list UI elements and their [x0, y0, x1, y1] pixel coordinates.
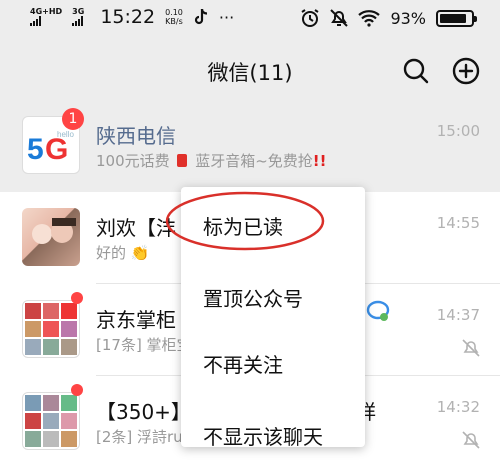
app-header: 微信(11) — [0, 48, 500, 94]
chat-time: 15:00 — [436, 122, 480, 140]
status-bar: 4G+HD 3G 15:22 0.10 KB/s ··· 93% — [0, 0, 500, 40]
chat-preview: 好的 👏 — [96, 242, 149, 263]
mini-program-icon — [366, 300, 390, 321]
chat-preview: [17条] 掌柜宝 — [96, 336, 192, 354]
tiktok-icon — [194, 8, 207, 25]
preview-text: 100元话费 — [96, 152, 170, 170]
group-avatar-grid — [25, 395, 77, 447]
alarm-icon — [301, 9, 319, 27]
menu-item-hide-chat[interactable]: 不显示该聊天 — [203, 421, 323, 450]
signal-1: 4G+HD — [30, 8, 62, 26]
chat-preview: 100元话费 蓝牙音箱~免费抢!! — [96, 150, 326, 171]
mute-bell-icon — [462, 339, 480, 357]
highlight-ellipse — [165, 191, 325, 251]
signal-bars-icon — [72, 16, 84, 26]
chat-time: 14:37 — [436, 306, 480, 324]
unread-badge: 1 — [62, 108, 84, 130]
signal-2: 3G — [72, 8, 84, 26]
battery-percent: 93% — [390, 8, 426, 28]
chat-name: 【350+】 — [96, 400, 191, 424]
chat-time: 14:55 — [436, 214, 480, 232]
chat-name: 京东掌柜 — [96, 308, 176, 332]
network-type-2: 3G — [72, 7, 85, 16]
chat-row-shaanxi-telecom[interactable]: 5 G hello 1 陕西电信 100元话费 蓝牙音箱~免费抢!! 15:00 — [0, 100, 500, 192]
chat-time: 14:32 — [436, 398, 480, 416]
battery-icon — [436, 9, 477, 27]
menu-item-pin-account[interactable]: 置顶公众号 — [203, 283, 303, 312]
avatar — [22, 208, 80, 266]
wifi-icon — [358, 10, 381, 27]
avatar — [22, 392, 80, 450]
mute-bell-icon — [462, 431, 480, 449]
search-icon — [403, 58, 429, 84]
chat-name: 陕西电信 — [96, 124, 176, 148]
add-button[interactable] — [450, 55, 482, 87]
menu-item-unfollow[interactable]: 不再关注 — [203, 349, 283, 378]
avatar — [22, 300, 80, 358]
network-speed: 0.10 KB/s — [165, 8, 183, 26]
preview-text: 好的 — [96, 244, 127, 262]
network-type-1: 4G+HD — [30, 7, 63, 16]
preview-exclaim: !! — [312, 152, 327, 170]
chat-name: 刘欢【沣 — [96, 216, 176, 240]
unread-dot — [71, 292, 83, 304]
clock: 15:22 — [100, 6, 156, 28]
signal-bars-icon — [30, 16, 41, 26]
preview-mid: 蓝牙音箱~免费抢 — [195, 152, 313, 170]
svg-text:5: 5 — [27, 133, 44, 166]
mute-icon — [330, 9, 349, 27]
clap-emoji-icon: 👏 — [130, 244, 150, 262]
plus-circle-icon — [452, 57, 480, 85]
more-notifications: ··· — [218, 7, 235, 27]
group-avatar-grid — [25, 303, 77, 355]
speed-value: 0.10 — [165, 8, 183, 17]
speed-unit: KB/s — [165, 17, 183, 26]
search-button[interactable] — [400, 55, 432, 87]
red-envelope-icon — [177, 154, 188, 167]
unread-dot — [71, 384, 83, 396]
photo-avatar-image — [32, 218, 76, 244]
svg-text:hello: hello — [57, 130, 74, 139]
